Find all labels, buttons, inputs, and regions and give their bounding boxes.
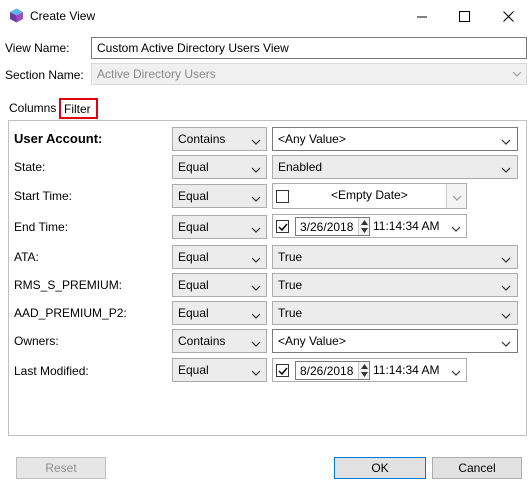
value-select-ata[interactable]: True (272, 245, 518, 269)
operator-value: Equal (178, 363, 209, 377)
chevron-down-icon (251, 337, 261, 351)
last-modified-checkbox[interactable] (276, 364, 289, 377)
date-picker-end-time[interactable]: 3/26/2018 11:14:34 AM (272, 214, 467, 238)
view-name-input[interactable]: Custom Active Directory Users View (91, 37, 527, 59)
checkmark-icon (278, 367, 288, 376)
filter-label-state: State: (14, 160, 46, 174)
chevron-down-icon (251, 253, 261, 267)
value-text: True (278, 250, 303, 264)
operator-select-start-time[interactable]: Equal (172, 184, 267, 208)
minimize-button[interactable] (405, 0, 439, 32)
operator-value: Equal (178, 160, 209, 174)
view-name-label: View Name: (5, 41, 70, 55)
spin-up-icon (361, 220, 368, 225)
section-name-label: Section Name: (5, 68, 84, 82)
value-text: <Any Value> (278, 334, 346, 348)
date-spinner[interactable] (358, 218, 369, 235)
close-icon (502, 10, 514, 22)
operator-select-aad-premium-p2[interactable]: Equal (172, 301, 267, 325)
chevron-down-icon (501, 253, 511, 267)
last-modified-date-field[interactable]: 8/26/2018 (295, 361, 370, 380)
chevron-down-icon (251, 163, 261, 177)
chevron-down-icon (251, 309, 261, 323)
filter-label-ata: ATA: (14, 250, 39, 264)
spin-down-icon (361, 228, 368, 233)
checkmark-icon (278, 223, 288, 232)
value-text: <Any Value> (278, 132, 346, 146)
chevron-down-icon (251, 366, 261, 380)
chevron-down-icon[interactable] (451, 366, 461, 380)
filter-label-aad-premium-p2: AAD_PREMIUM_P2: (14, 306, 127, 320)
value-text: Enabled (278, 160, 323, 174)
chevron-down-icon (512, 68, 522, 82)
empty-date-text: <Empty Date> (331, 188, 408, 202)
title-bar: Create View (0, 0, 531, 32)
date-picker-last-modified[interactable]: 8/26/2018 11:14:34 AM (272, 358, 467, 382)
value-select-owners[interactable]: <Any Value> (272, 329, 518, 353)
ok-button[interactable]: OK (334, 457, 426, 479)
value-select-user-account[interactable]: <Any Value> (272, 127, 518, 151)
operator-value: Contains (178, 334, 226, 348)
filter-label-last-modified: Last Modified: (14, 364, 89, 378)
operator-select-last-modified[interactable]: Equal (172, 358, 267, 382)
filter-label-user-account: User Account: (14, 131, 103, 146)
end-time-date-field[interactable]: 3/26/2018 (295, 217, 370, 236)
chevron-down-icon (501, 281, 511, 295)
time-text: 11:14:34 AM (373, 219, 440, 233)
section-name-select: Active Directory Users (91, 63, 527, 85)
operator-value: Equal (178, 278, 209, 292)
spin-up-icon (361, 364, 368, 369)
filter-label-rms-s-premium: RMS_S_PREMIUM: (14, 278, 123, 292)
calendar-dropdown-button[interactable] (446, 184, 466, 208)
maximize-button[interactable] (447, 0, 481, 32)
chevron-down-icon (251, 135, 261, 149)
operator-value: Equal (178, 220, 209, 234)
tab-filter[interactable]: Filter (59, 98, 98, 119)
time-text: 11:14:34 AM (373, 363, 440, 377)
operator-value: Equal (178, 189, 209, 203)
section-name-value: Active Directory Users (97, 67, 216, 81)
date-picker-start-time[interactable]: <Empty Date> (272, 183, 467, 209)
operator-select-end-time[interactable]: Equal (172, 215, 267, 239)
filter-label-end-time: End Time: (14, 220, 69, 234)
chevron-down-icon (251, 192, 261, 206)
window-title: Create View (30, 9, 96, 23)
cancel-button[interactable]: Cancel (432, 457, 522, 479)
value-select-aad-premium-p2[interactable]: True (272, 301, 518, 325)
operator-value: Equal (178, 306, 209, 320)
value-text: True (278, 278, 303, 292)
operator-select-rms-s-premium[interactable]: Equal (172, 273, 267, 297)
operator-select-state[interactable]: Equal (172, 155, 267, 179)
chevron-down-icon (501, 309, 511, 323)
start-time-checkbox[interactable] (276, 190, 289, 203)
value-select-state[interactable]: Enabled (272, 155, 518, 179)
reset-button[interactable]: Reset (16, 457, 106, 479)
date-spinner[interactable] (358, 362, 369, 379)
date-text: 3/26/2018 (300, 220, 354, 234)
chevron-down-icon (452, 191, 462, 205)
close-button[interactable] (491, 0, 525, 32)
chevron-down-icon (501, 163, 511, 177)
chevron-down-icon (251, 281, 261, 295)
chevron-down-icon[interactable] (451, 222, 461, 236)
chevron-down-icon (251, 223, 261, 237)
chevron-down-icon (501, 135, 511, 149)
filter-label-owners: Owners: (14, 334, 59, 348)
value-select-rms-s-premium[interactable]: True (272, 273, 518, 297)
chevron-down-icon (501, 337, 511, 351)
operator-select-owners[interactable]: Contains (172, 329, 267, 353)
tab-columns[interactable]: Columns (9, 101, 56, 115)
operator-value: Contains (178, 132, 226, 146)
operator-value: Equal (178, 250, 209, 264)
date-text: 8/26/2018 (300, 364, 354, 378)
end-time-checkbox[interactable] (276, 220, 289, 233)
spin-down-icon (361, 372, 368, 377)
value-text: True (278, 306, 303, 320)
operator-select-ata[interactable]: Equal (172, 245, 267, 269)
app-cube-icon (9, 8, 24, 23)
filter-label-start-time: Start Time: (14, 189, 73, 203)
operator-select-user-account[interactable]: Contains (172, 127, 267, 151)
